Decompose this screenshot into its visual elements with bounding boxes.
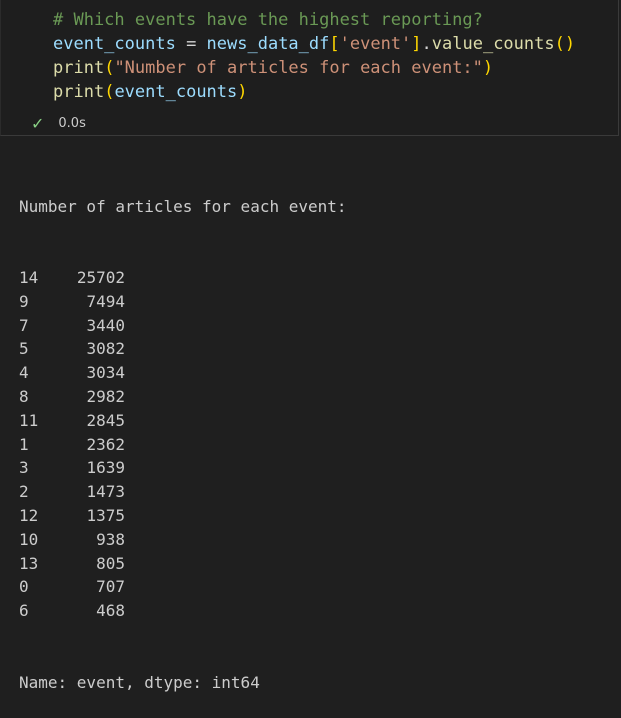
- output-row: 3 1639: [19, 456, 347, 480]
- row-value: 3082: [86, 339, 125, 359]
- code-token: [: [329, 34, 340, 54]
- code-token: (: [104, 82, 115, 102]
- code-token: "Number of articles for each event:": [114, 58, 483, 78]
- code-editor[interactable]: # Which events have the highest reportin…: [53, 8, 575, 104]
- row-value: 707: [96, 577, 125, 597]
- execution-status: ✓ 0.0s: [31, 113, 86, 133]
- code-token: event_counts: [53, 34, 176, 54]
- code-token: # Which events have the highest reportin…: [53, 10, 483, 30]
- row-value: 3440: [86, 315, 125, 335]
- row-value: 25702: [76, 267, 125, 287]
- row-index: 1: [19, 434, 29, 454]
- row-value: 468: [96, 601, 125, 621]
- code-token: (: [104, 58, 115, 78]
- output-table: 14 25702 9 7494 7 3440 5 3082 4 3034 8 2982 11 2845 1 2…: [19, 266, 347, 623]
- row-index: 2: [19, 482, 29, 502]
- code-token: print: [53, 58, 105, 78]
- row-index: 9: [19, 291, 29, 311]
- row-index: 6: [19, 601, 29, 621]
- output-row: 10 938: [19, 528, 347, 552]
- code-line[interactable]: print(event_counts): [53, 80, 575, 104]
- code-cell[interactable]: # Which events have the highest reportin…: [0, 0, 619, 136]
- output-row: 12 1375: [19, 504, 347, 528]
- code-token: value_counts: [431, 34, 555, 54]
- row-index: 4: [19, 363, 29, 383]
- output-row: 9 7494: [19, 290, 347, 314]
- row-value: 7494: [86, 291, 125, 311]
- output-row: 0 707: [19, 575, 347, 599]
- check-icon: ✓: [31, 113, 45, 133]
- row-index: 11: [19, 410, 39, 430]
- row-index: 5: [19, 339, 29, 359]
- row-index: 7: [19, 315, 29, 335]
- code-line[interactable]: # Which events have the highest reportin…: [53, 8, 575, 32]
- row-value: 2362: [86, 434, 125, 454]
- output-header: Number of articles for each event:: [19, 196, 347, 216]
- output-row: 2 1473: [19, 480, 347, 504]
- row-index: 14: [19, 267, 39, 287]
- code-token: ): [237, 82, 248, 102]
- code-line[interactable]: print("Number of articles for each event…: [53, 56, 575, 80]
- row-index: 13: [19, 553, 39, 573]
- output-row: 6 468: [19, 599, 347, 623]
- code-line[interactable]: event_counts = news_data_df['event'].val…: [53, 32, 575, 56]
- output-footer: Name: event, dtype: int64: [19, 672, 260, 692]
- output-row: 5 3082: [19, 337, 347, 361]
- cell-output: Number of articles for each event: 14 257…: [19, 147, 347, 718]
- row-value: 805: [96, 553, 125, 573]
- output-row: 7 3440: [19, 314, 347, 338]
- row-index: 0: [19, 577, 29, 597]
- code-token: =: [175, 34, 207, 54]
- row-index: 8: [19, 386, 29, 406]
- code-token: print: [53, 82, 105, 102]
- row-value: 1375: [86, 505, 125, 525]
- row-value: 2982: [86, 386, 125, 406]
- row-index: 12: [19, 505, 39, 525]
- code-token: 'event': [339, 34, 412, 54]
- code-token: news_data_df: [206, 34, 330, 54]
- output-row: 11 2845: [19, 409, 347, 433]
- code-token: ): [482, 58, 494, 78]
- output-row: 1 2362: [19, 433, 347, 457]
- row-value: 1473: [86, 482, 125, 502]
- output-row: 4 3034: [19, 361, 347, 385]
- row-value: 938: [96, 529, 125, 549]
- code-token: ]: [411, 34, 422, 54]
- output-row: 13 805: [19, 552, 347, 576]
- code-token: .: [421, 34, 432, 54]
- row-value: 1639: [86, 458, 125, 478]
- row-value: 3034: [86, 363, 125, 383]
- row-index: 3: [19, 458, 29, 478]
- output-row: 8 2982: [19, 385, 347, 409]
- row-value: 2845: [86, 410, 125, 430]
- code-token: event_counts: [114, 82, 238, 102]
- code-token: (): [554, 34, 576, 54]
- output-row: 14 25702: [19, 266, 347, 290]
- row-index: 10: [19, 529, 39, 549]
- execution-time: 0.0s: [58, 115, 86, 131]
